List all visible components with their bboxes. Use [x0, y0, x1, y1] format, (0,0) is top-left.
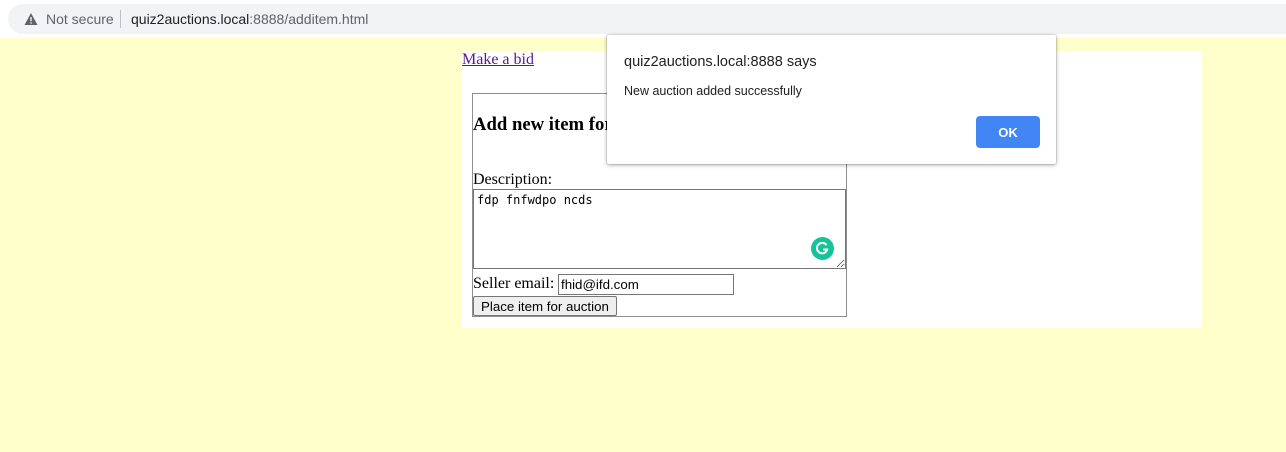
- dialog-message: New auction added successfully: [624, 84, 802, 98]
- warning-triangle-icon[interactable]: [24, 12, 38, 26]
- make-a-bid-link[interactable]: Make a bid: [462, 51, 534, 69]
- alert-dialog: quiz2auctions.local:8888 says New auctio…: [607, 35, 1056, 164]
- seller-email-input[interactable]: [558, 274, 734, 295]
- grammarly-glyph-icon: [816, 241, 829, 255]
- url-path: :8888/additem.html: [249, 11, 369, 27]
- url-host: quiz2auctions.local: [131, 11, 250, 27]
- ok-button[interactable]: OK: [976, 116, 1040, 148]
- description-label: Description:: [473, 171, 553, 188]
- place-item-button[interactable]: Place item for auction: [473, 296, 617, 316]
- seller-email-label: Seller email:: [473, 275, 555, 292]
- browser-toolbar: Not secure quiz2auctions.local:8888/addi…: [0, 0, 1286, 38]
- dialog-title: quiz2auctions.local:8888 says: [624, 54, 817, 70]
- url-text[interactable]: quiz2auctions.local:8888/additem.html: [131, 11, 368, 27]
- address-divider: [120, 10, 121, 28]
- address-bar[interactable]: Not secure quiz2auctions.local:8888/addi…: [8, 4, 1286, 34]
- description-textarea[interactable]: fdp fnfwdpo ncds: [473, 189, 846, 269]
- security-status[interactable]: Not secure: [46, 11, 114, 27]
- grammarly-icon[interactable]: [811, 237, 834, 260]
